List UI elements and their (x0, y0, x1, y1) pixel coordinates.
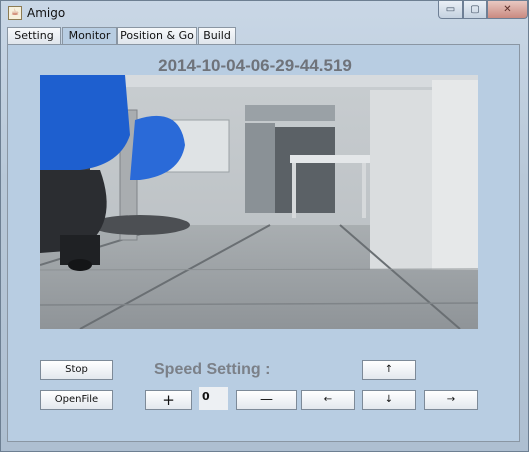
maximize-button[interactable]: ▢ (463, 1, 487, 19)
camera-view (40, 75, 478, 329)
speed-increase-button[interactable]: + (145, 390, 192, 410)
turn-left-button[interactable]: ← (301, 390, 355, 410)
stop-button[interactable]: Stop (40, 360, 113, 380)
move-forward-button[interactable]: ↑ (362, 360, 416, 380)
title-bar[interactable]: ☕ Amigo ▭ ▢ ✕ (1, 1, 528, 25)
speed-setting-label: Speed Setting : (154, 361, 271, 378)
app-window: ☕ Amigo ▭ ▢ ✕ Setting Monitor Position &… (0, 0, 529, 452)
turn-right-button[interactable]: → (424, 390, 478, 410)
move-backward-button[interactable]: ↓ (362, 390, 416, 410)
close-button[interactable]: ✕ (487, 1, 528, 19)
tab-position-and-go[interactable]: Position & Go (117, 27, 197, 44)
tab-monitor[interactable]: Monitor (62, 27, 117, 45)
tab-setting[interactable]: Setting (7, 27, 61, 44)
frame-timestamp: 2014-10-04-06-29-44.519 (158, 56, 352, 75)
camera-image (40, 75, 478, 329)
minimize-button[interactable]: ▭ (438, 1, 463, 19)
open-file-button[interactable]: OpenFile (40, 390, 113, 410)
speed-value-field[interactable]: 0 (199, 387, 228, 410)
speed-decrease-button[interactable]: — (236, 390, 297, 410)
window-title: Amigo (27, 6, 66, 20)
tab-build[interactable]: Build (198, 27, 236, 44)
java-cup-icon: ☕ (8, 6, 22, 20)
